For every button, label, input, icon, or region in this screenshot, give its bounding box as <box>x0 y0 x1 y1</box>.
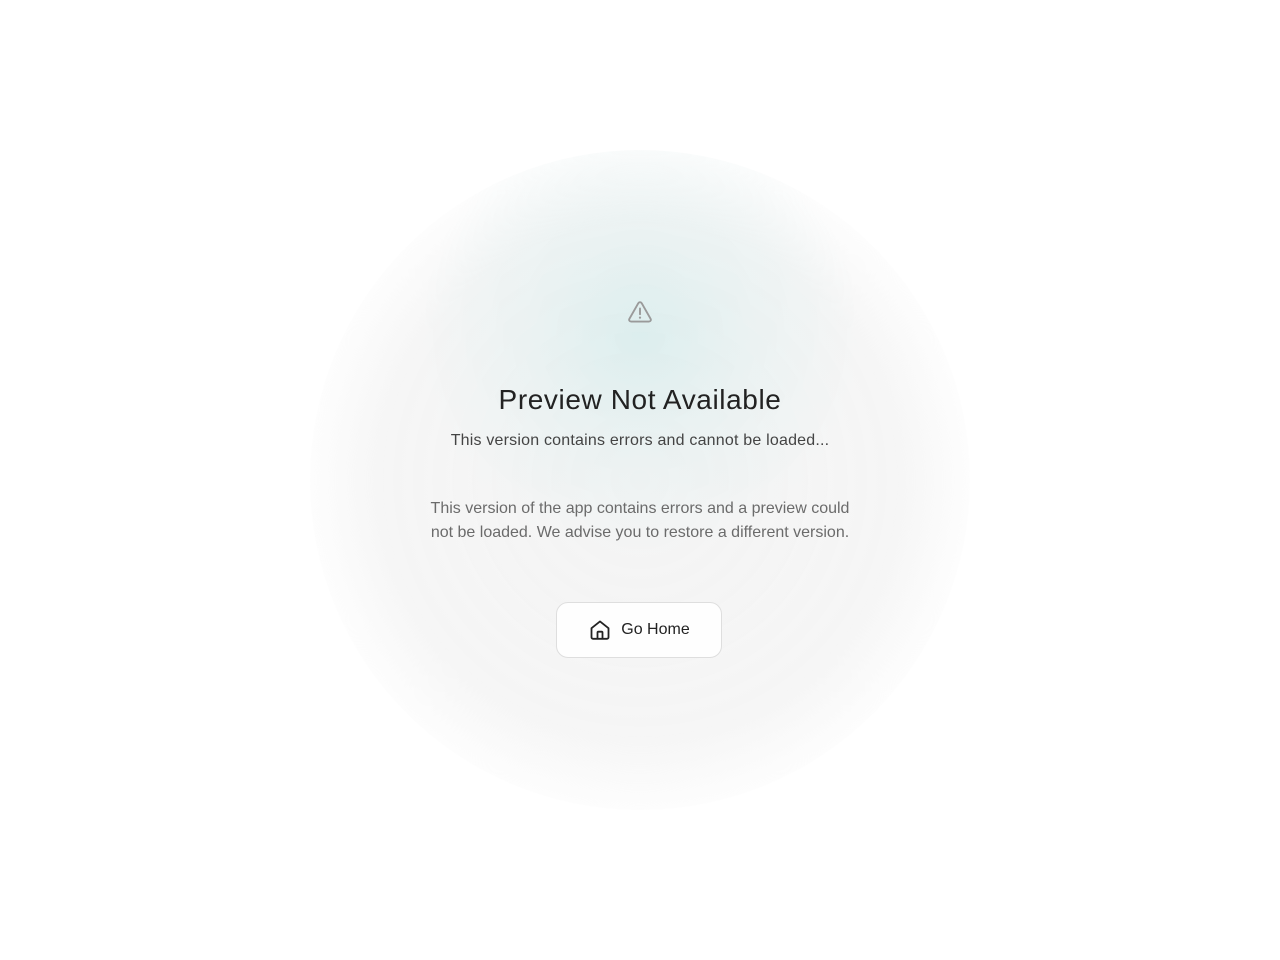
go-home-label: Go Home <box>621 621 690 638</box>
error-description: This version of the app contains errors … <box>430 500 850 541</box>
home-icon <box>590 620 610 640</box>
error-page: Preview Not Available This version conta… <box>0 0 1280 960</box>
page-title: Preview Not Available <box>498 384 782 415</box>
go-home-button[interactable]: Go Home <box>556 602 722 658</box>
error-content: Preview Not Available This version conta… <box>0 0 1280 960</box>
page-subtitle: This version contains errors and cannot … <box>450 432 830 449</box>
warning-triangle-icon <box>628 301 652 323</box>
